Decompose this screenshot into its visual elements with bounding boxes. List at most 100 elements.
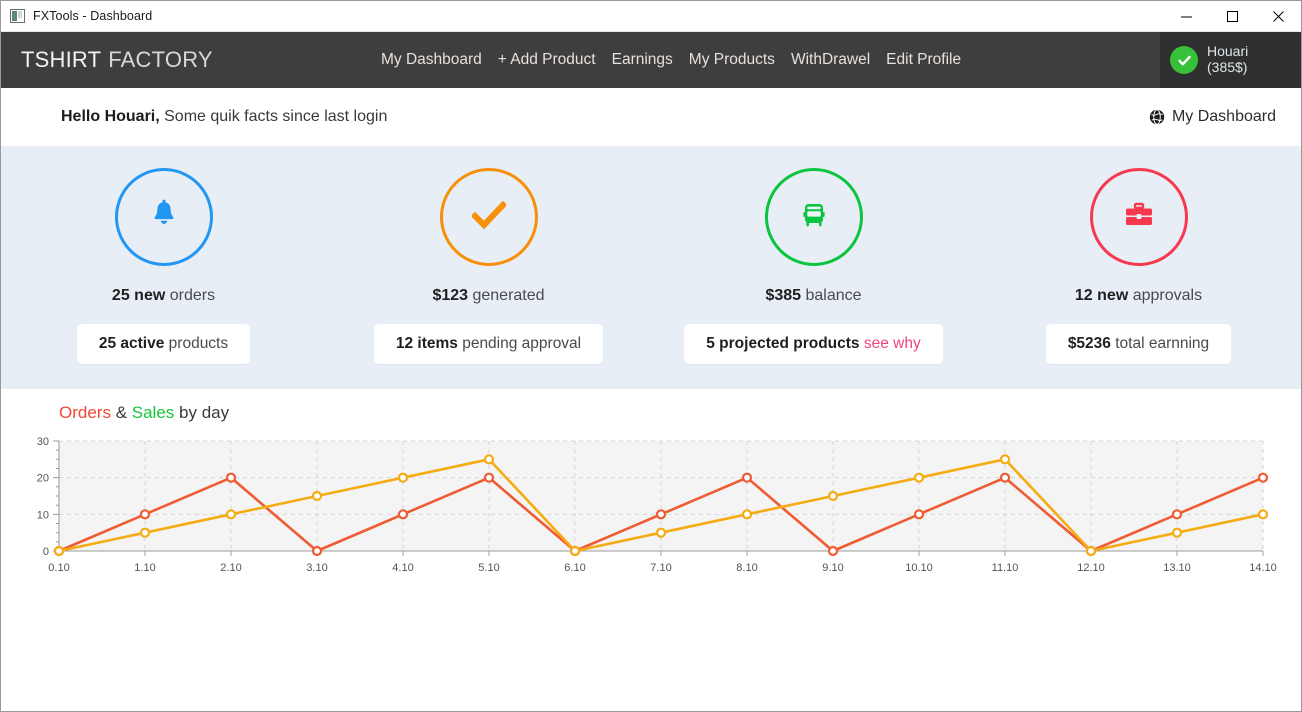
orders-text: orders [165,287,216,304]
pill-wrap-total-earning: $5236 total earnning [976,324,1301,364]
svg-text:7.10: 7.10 [650,562,671,574]
chart-title-amp: & [110,403,132,422]
check-icon [470,200,507,234]
generated-value: $123 [432,287,469,304]
nav-links: My Dashboard + Add Product Earnings My P… [381,32,961,88]
approvals-ring [1089,168,1188,266]
approvals-label: 12 new approvals [1075,287,1202,305]
chart-title-orders: Orders [59,403,111,422]
svg-text:11.10: 11.10 [992,562,1019,574]
svg-text:8.10: 8.10 [736,562,757,574]
svg-text:10.10: 10.10 [905,562,933,574]
greeting-row: Hello Houari, Some quik facts since last… [1,88,1301,146]
balance-label: $385 balance [765,287,861,305]
nav-item-my-dashboard[interactable]: My Dashboard [381,51,482,69]
brand-second-word: FACTORY [108,47,213,72]
orders-ring [114,168,213,266]
chart-title: Orders & Sales by day [1,403,1301,423]
line-chart[interactable]: 0 10 20 30 0.10 1.10 2.10 3.10 4.10 5.10 6.10 7.10 8… [1,433,1302,608]
generated-label: $123 generated [432,287,544,305]
pill-wrap-pending-approval: 12 items pending approval [326,324,651,364]
chart-plot-area[interactable]: 0 10 20 30 0.10 1.10 2.10 3.10 4.10 5.10 6.10 7.10 8… [1,433,1302,608]
pill-total-earning-label: total earnning [1110,335,1210,352]
stats-panel: 25 new orders $123 generated $385 balanc… [1,146,1301,389]
svg-text:9.10: 9.10 [822,562,843,574]
svg-text:2.10: 2.10 [220,562,241,574]
user-balance: (385$) [1207,59,1248,75]
window-title: FXTools - Dashboard [33,9,153,23]
svg-text:4.10: 4.10 [392,562,413,574]
pill-active-products[interactable]: 25 active products [76,324,251,364]
stat-circles-row: 25 new orders $123 generated $385 balanc… [1,168,1301,305]
stat-card-approvals: 12 new approvals [976,168,1301,305]
generated-text: generated [468,287,545,304]
pill-active-products-label: products [164,335,229,352]
balance-ring [764,168,863,266]
stat-card-balance: $385 balance [651,168,976,305]
balance-value: $385 [765,287,802,304]
pill-pending-approval[interactable]: 12 items pending approval [373,324,604,364]
bus-icon [799,201,829,234]
see-why-link[interactable]: see why [864,335,921,352]
pill-pending-approval-value: 12 items [395,335,458,352]
close-icon[interactable] [1255,1,1301,32]
pill-projected-products-value: 5 projected products [706,335,860,352]
stat-pills-row: 25 active products 12 items pending appr… [1,324,1301,364]
svg-text:12.10: 12.10 [1077,562,1105,574]
greeting-bold: Hello Houari, [61,108,160,125]
nav-item-withdrawel[interactable]: WithDrawel [791,51,870,69]
pill-total-earning-value: $5236 [1067,335,1111,352]
chart-title-sales: Sales [131,403,175,422]
nav-item-earnings[interactable]: Earnings [612,51,673,69]
my-dashboard-link-label: My Dashboard [1171,108,1276,125]
nav-item-my-products[interactable]: My Products [689,51,775,69]
globe-icon [1149,109,1165,125]
pill-total-earning[interactable]: $5236 total earnning [1045,324,1232,364]
pill-pending-approval-label: pending approval [457,335,582,352]
svg-text:0: 0 [43,546,49,558]
svg-text:20: 20 [37,473,49,485]
greeting-rest: Some quik facts since last login [159,108,388,125]
svg-text:13.10: 13.10 [1163,562,1191,574]
window-controls [1163,1,1301,32]
brand-logo[interactable]: TSHIRT FACTORY [1,32,213,88]
top-navigation-bar: TSHIRT FACTORY My Dashboard + Add Produc… [1,32,1301,88]
app-window: FXTools - Dashboard TSHIRT FACTORY My Da… [0,0,1302,712]
minimize-icon[interactable] [1163,1,1209,32]
briefcase-icon [1123,202,1155,233]
user-name: Houari [1207,43,1249,60]
my-dashboard-link[interactable]: My Dashboard [1149,108,1276,126]
svg-text:3.10: 3.10 [306,562,327,574]
pill-wrap-active-products: 25 active products [1,324,326,364]
svg-text:1.10: 1.10 [134,562,155,574]
chart-title-rest: by day [174,403,230,422]
approvals-value: 12 new [1074,287,1129,304]
pill-projected-products[interactable]: 5 projected products see why [684,324,943,364]
approvals-text: approvals [1128,287,1203,304]
nav-item-edit-profile[interactable]: Edit Profile [886,51,961,69]
user-info: Houari (385$) [1207,43,1249,75]
user-account-badge[interactable]: Houari (385$) [1160,32,1301,88]
title-bar: FXTools - Dashboard [1,1,1301,32]
maximize-icon[interactable] [1209,1,1255,32]
stat-card-generated: $123 generated [326,168,651,305]
svg-text:0.10: 0.10 [48,562,69,574]
orders-value: 25 new [111,287,166,304]
greeting-text: Hello Houari, Some quik facts since last… [61,108,387,126]
svg-text:10: 10 [37,509,49,521]
pill-wrap-projected-products: 5 projected products see why [651,324,976,364]
pill-active-products-value: 25 active [98,335,165,352]
svg-text:6.10: 6.10 [564,562,585,574]
nav-item-add-product[interactable]: + Add Product [498,51,596,69]
svg-text:30: 30 [37,436,49,448]
generated-ring [439,168,538,266]
svg-text:5.10: 5.10 [478,562,499,574]
check-circle-icon [1170,46,1198,74]
chart-section: Orders & Sales by day 0 10 20 30 0.10 1.10 2.1… [1,389,1301,711]
stat-card-orders: 25 new orders [1,168,326,305]
brand-first-word: TSHIRT [21,47,102,72]
bell-icon [149,199,179,236]
orders-label: 25 new orders [112,287,215,305]
balance-text: balance [801,287,862,304]
title-bar-left: FXTools - Dashboard [1,9,1163,23]
